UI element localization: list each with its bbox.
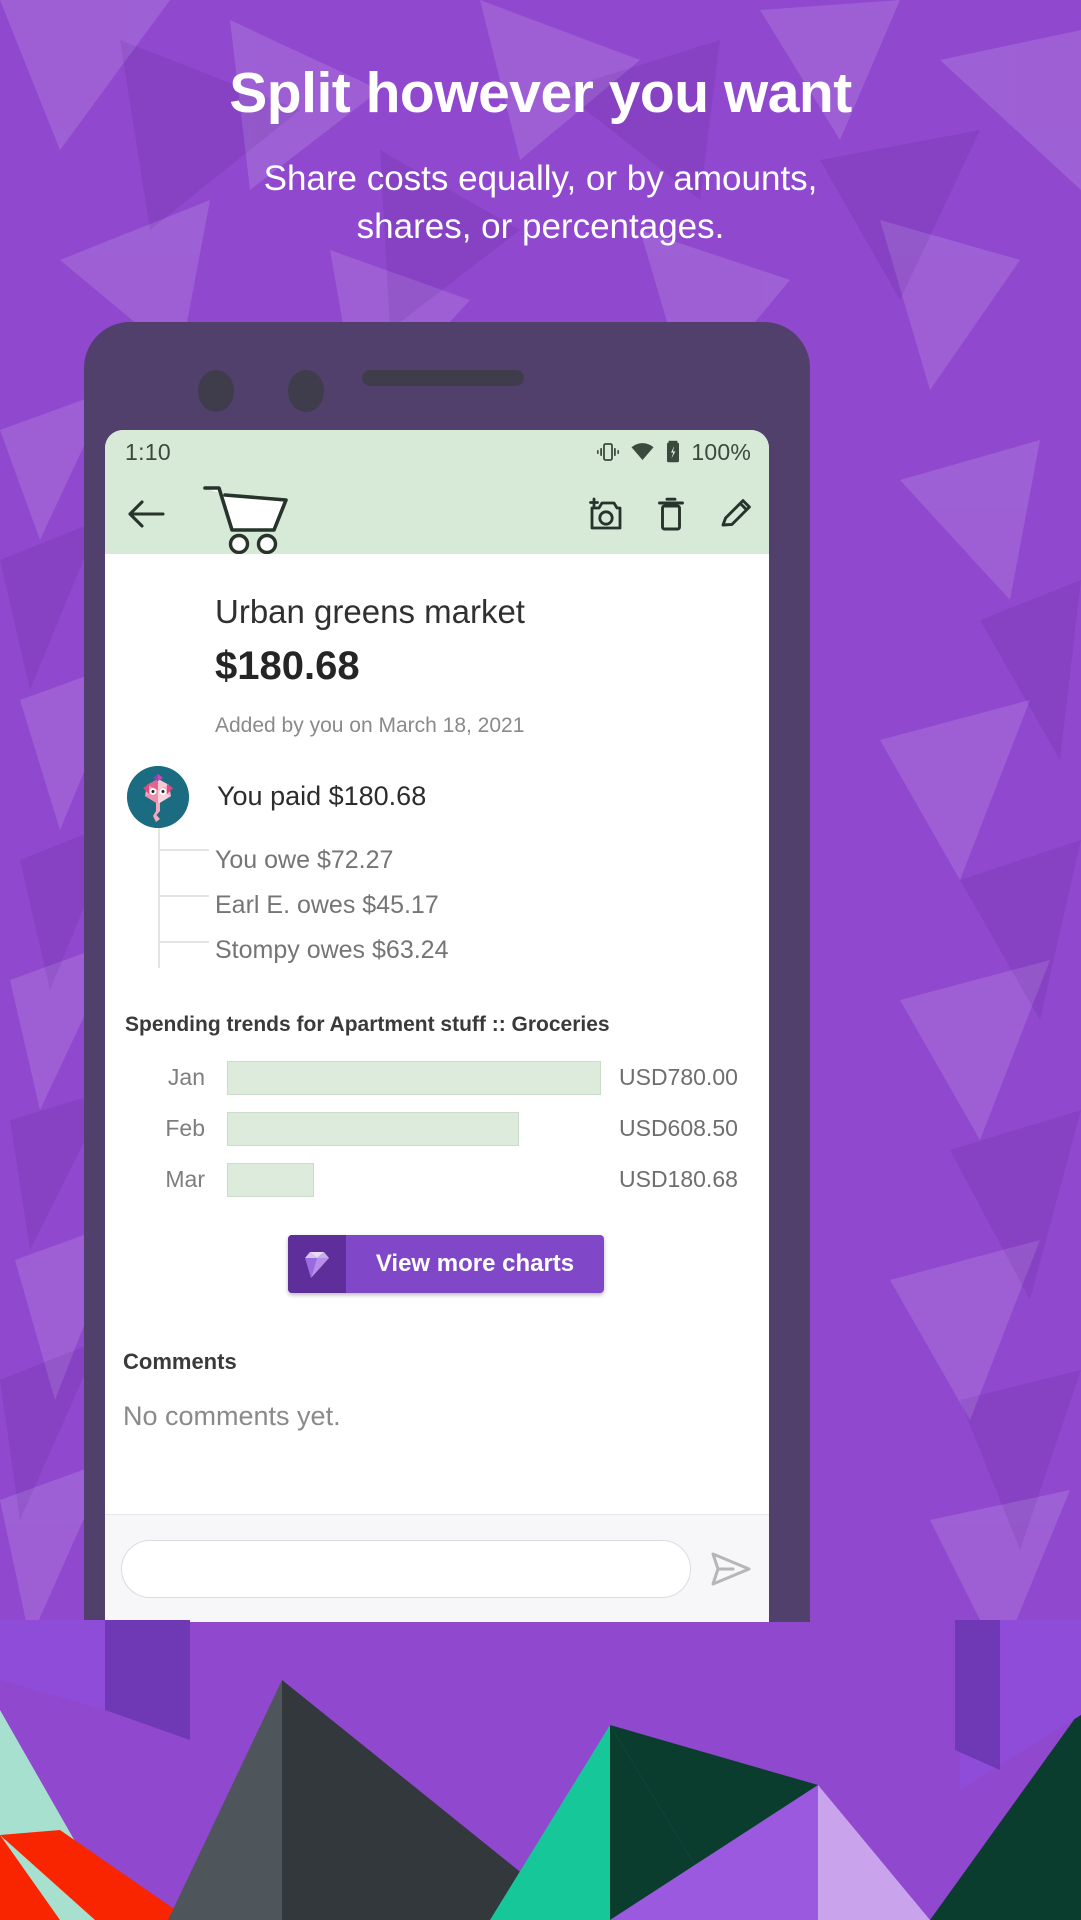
comments-section: Comments No comments yet. xyxy=(105,1349,769,1432)
front-camera-icon xyxy=(198,370,234,412)
split-row: You owe $72.27 xyxy=(127,838,769,883)
shopping-cart-icon xyxy=(203,486,288,555)
status-bar: 1:10 100% xyxy=(105,430,769,474)
expense-detail-content: Urban greens market $180.68 Added by you… xyxy=(105,554,769,1432)
comments-title: Comments xyxy=(123,1348,237,1374)
chart-bar-row: Jan USD780.00 xyxy=(123,1057,769,1099)
promo-subtitle-line-1: Share costs equally, or by amounts, xyxy=(263,158,818,198)
chart-value-label: USD180.68 xyxy=(619,1166,738,1193)
spending-trends-title: Spending trends for Apartment stuff :: G… xyxy=(125,1012,610,1036)
chart-category-label: Mar xyxy=(165,1166,205,1193)
avatar xyxy=(127,765,189,828)
chart-bar xyxy=(227,1111,519,1146)
promo-subtitle: Share costs equally, or by amounts, shar… xyxy=(0,125,1081,252)
split-row-label: You owe $72.27 xyxy=(215,845,394,874)
chart-bar-row: Feb USD608.50 xyxy=(123,1108,769,1150)
split-row: Earl E. owes $45.17 xyxy=(127,883,769,928)
gem-icon xyxy=(287,1234,346,1293)
chart-category-label: Jan xyxy=(167,1064,205,1091)
view-more-charts-button[interactable]: View more charts xyxy=(287,1234,605,1293)
send-icon[interactable] xyxy=(709,1550,753,1588)
comments-empty-text: No comments yet. xyxy=(123,1400,341,1431)
expense-amount: $180.68 xyxy=(215,643,360,688)
chart-bar-row: Mar USD180.68 xyxy=(123,1159,769,1201)
battery-percent-label: 100% xyxy=(691,438,751,465)
expense-added-by: Added by you on March 18, 2021 xyxy=(215,713,525,737)
chart-category-label: Feb xyxy=(165,1115,205,1142)
comment-composer xyxy=(105,1514,769,1622)
comment-input[interactable] xyxy=(121,1539,691,1598)
split-row: Stompy owes $63.24 xyxy=(127,928,769,973)
add-a-photo-icon[interactable] xyxy=(587,497,623,531)
earpiece-speaker xyxy=(362,370,524,386)
split-row-label: Earl E. owes $45.17 xyxy=(215,890,439,919)
promo-header: Split however you want Share costs equal… xyxy=(0,0,1081,251)
chart-bar-track xyxy=(227,1060,601,1095)
status-icons: 100% xyxy=(597,439,751,466)
spending-trends-section: Spending trends for Apartment stuff :: G… xyxy=(105,1013,769,1293)
phone-screen: 1:10 100% Urban greens market $180.68 Ad… xyxy=(105,430,769,1622)
back-arrow-icon[interactable] xyxy=(127,499,165,529)
vibrate-icon xyxy=(597,443,620,461)
chart-bar-track xyxy=(227,1162,601,1197)
split-row-label: Stompy owes $63.24 xyxy=(215,935,449,964)
trash-icon[interactable] xyxy=(657,496,685,532)
chart-value-label: USD608.50 xyxy=(619,1115,738,1142)
app-bar xyxy=(105,474,769,555)
chart-bar xyxy=(227,1060,601,1095)
payer-label: You paid $180.68 xyxy=(217,781,427,812)
wifi-icon xyxy=(631,443,654,460)
promo-title: Split however you want xyxy=(229,61,852,125)
phone-mockup: 1:10 100% Urban greens market $180.68 Ad… xyxy=(84,322,810,1622)
front-sensor-icon xyxy=(288,370,324,412)
view-more-charts-label: View more charts xyxy=(375,1249,575,1277)
promo-subtitle-line-2: shares, or percentages. xyxy=(356,206,725,246)
expense-split-section: You paid $180.68 You owe $72.27 Earl E. … xyxy=(105,765,769,973)
expense-header: Urban greens market $180.68 Added by you… xyxy=(105,554,769,738)
pencil-icon[interactable] xyxy=(719,497,753,531)
payer-row[interactable]: You paid $180.68 xyxy=(127,765,769,828)
chart-value-label: USD780.00 xyxy=(619,1064,738,1091)
battery-charging-icon xyxy=(667,440,680,463)
status-clock: 1:10 xyxy=(125,438,171,465)
view-charts-button-wrap: View more charts xyxy=(123,1234,769,1293)
chart-bar-track xyxy=(227,1111,601,1146)
chart-bar xyxy=(227,1162,314,1197)
expense-title: Urban greens market xyxy=(215,593,525,630)
